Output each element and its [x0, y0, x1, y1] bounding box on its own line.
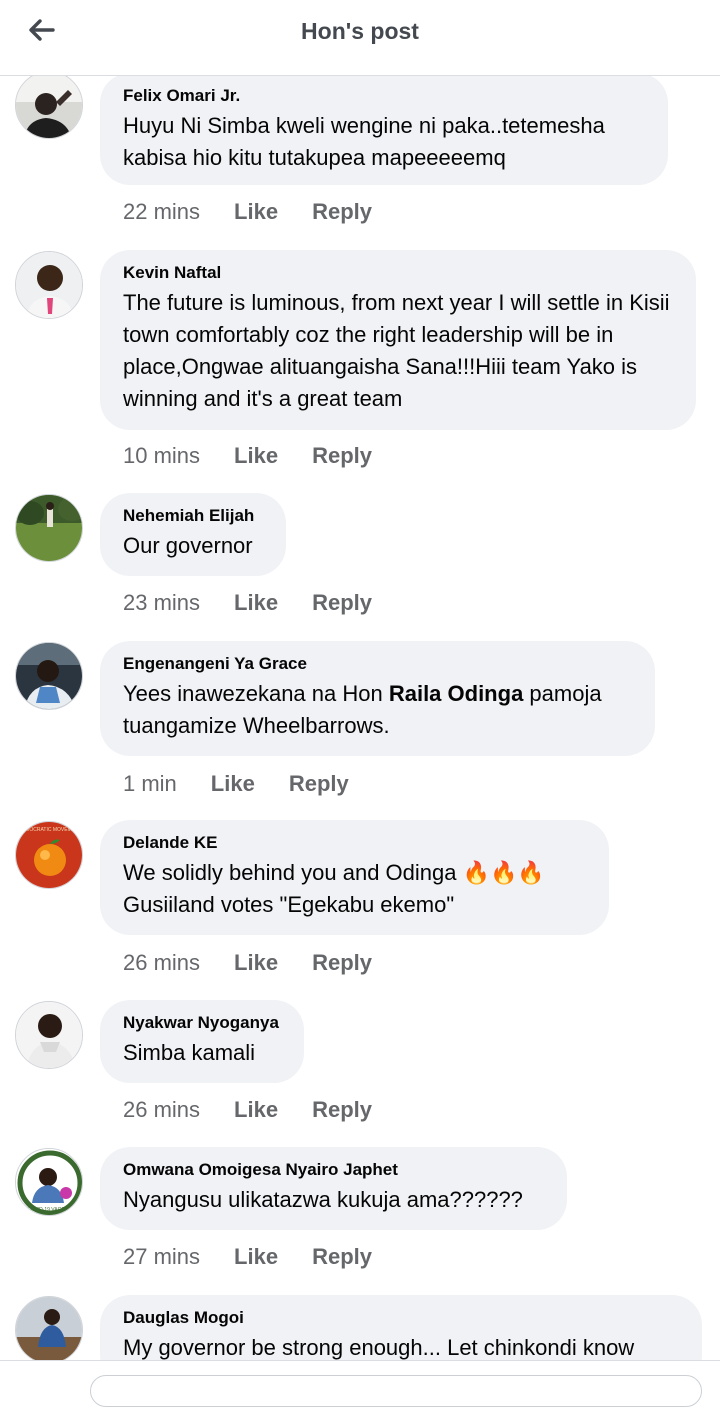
comment-time[interactable]: 1 min — [123, 771, 177, 797]
avatar-caption: DEMOCRATIC MOVEMENT — [18, 827, 82, 833]
fire-emoji-icon: 🔥🔥🔥 — [462, 860, 545, 885]
comment-time[interactable]: 26 mins — [123, 950, 200, 976]
avatar-caption: COVID-19 VACCINE — [27, 1207, 74, 1213]
avatar[interactable]: COVID-19 VACCINE — [15, 1148, 83, 1216]
comment-actions: 27 mins Like Reply — [123, 1244, 406, 1270]
avatar[interactable] — [15, 1001, 83, 1069]
reply-button[interactable]: Reply — [312, 199, 372, 225]
comment-text: Yees inawezekana na Hon Raila Odinga pam… — [123, 678, 632, 742]
comment-bubble[interactable]: Engenangeni Ya Grace Yees inawezekana na… — [100, 641, 655, 756]
avatar[interactable] — [15, 494, 83, 562]
reply-button[interactable]: Reply — [312, 1244, 372, 1270]
comment-actions: 22 mins Like Reply — [123, 199, 406, 225]
avatar[interactable] — [15, 71, 83, 139]
comment-text: My governor be strong enough... Let chin… — [123, 1335, 635, 1360]
like-button[interactable]: Like — [234, 1097, 278, 1123]
comment-author[interactable]: Nehemiah Elijah — [123, 506, 263, 526]
comment-actions: 26 mins Like Reply — [123, 1097, 406, 1123]
comments-feed[interactable]: Felix Omari Jr. Huyu Ni Simba kweli weng… — [0, 0, 720, 1360]
reply-button[interactable]: Reply — [289, 771, 349, 797]
avatar[interactable]: DEMOCRATIC MOVEMENT — [15, 821, 83, 889]
reply-button[interactable]: Reply — [312, 443, 372, 469]
comment-text-part: Yees inawezekana na Hon — [123, 681, 389, 706]
comment-author[interactable]: Nyakwar Nyoganya — [123, 1013, 281, 1033]
comment-time[interactable]: 10 mins — [123, 443, 200, 469]
like-button[interactable]: Like — [234, 950, 278, 976]
avatar[interactable] — [15, 642, 83, 710]
like-button[interactable]: Like — [234, 1244, 278, 1270]
comment-text: Nyangusu ulikatazwa kukuja ama?????? — [123, 1187, 523, 1212]
comment-actions: 1 min Like Reply — [123, 771, 383, 797]
comment-input[interactable] — [90, 1375, 702, 1407]
comment-text: Our governor — [123, 533, 253, 558]
comment-time[interactable]: 26 mins — [123, 1097, 200, 1123]
like-button[interactable]: Like — [211, 771, 255, 797]
like-button[interactable]: Like — [234, 590, 278, 616]
avatar[interactable] — [15, 251, 83, 319]
comment-time[interactable]: 22 mins — [123, 199, 200, 225]
comment-text: The future is luminous, from next year I… — [123, 290, 670, 411]
comment-bubble[interactable]: Felix Omari Jr. Huyu Ni Simba kweli weng… — [100, 73, 668, 185]
comment-bubble[interactable]: Delande KE We solidly behind you and Odi… — [100, 820, 609, 935]
like-button[interactable]: Like — [234, 199, 278, 225]
comment-author[interactable]: Omwana Omoigesa Nyairo Japhet — [123, 1160, 544, 1180]
comment-time[interactable]: 23 mins — [123, 590, 200, 616]
comment-time[interactable]: 27 mins — [123, 1244, 200, 1270]
reply-button[interactable]: Reply — [312, 1097, 372, 1123]
comment-text: We solidly behind you and Odinga 🔥🔥🔥 Gusi… — [123, 857, 586, 921]
comment-author[interactable]: Dauglas Mogoi — [123, 1308, 679, 1328]
comment-bubble[interactable]: Kevin Naftal The future is luminous, fro… — [100, 250, 696, 430]
reply-button[interactable]: Reply — [312, 950, 372, 976]
comment-actions: 10 mins Like Reply — [123, 443, 406, 469]
comment-text-part: Gusiiland votes "Egekabu ekemo" — [123, 892, 455, 917]
comment-text: Simba kamali — [123, 1040, 256, 1065]
comment-bubble[interactable]: Nyakwar Nyoganya Simba kamali — [100, 1000, 304, 1083]
comment-bubble[interactable]: Nehemiah Elijah Our governor — [100, 493, 286, 576]
comment-composer-bar — [0, 1360, 720, 1407]
comment-author[interactable]: Felix Omari Jr. — [123, 86, 645, 106]
comment-author[interactable]: Kevin Naftal — [123, 263, 673, 283]
mention-link[interactable]: Raila Odinga — [389, 681, 523, 706]
avatar[interactable] — [15, 1296, 83, 1360]
comment-text: Huyu Ni Simba kweli wengine ni paka..tet… — [123, 113, 605, 170]
top-app-bar: Hon's post — [0, 0, 720, 76]
comment-bubble[interactable]: Dauglas Mogoi My governor be strong enou… — [100, 1295, 702, 1360]
page-title: Hon's post — [301, 18, 419, 44]
comment-bubble[interactable]: Omwana Omoigesa Nyairo Japhet Nyangusu u… — [100, 1147, 567, 1230]
comment-actions: 23 mins Like Reply — [123, 590, 406, 616]
like-button[interactable]: Like — [234, 443, 278, 469]
comment-text-part: We solidly behind you and Odinga — [123, 860, 463, 885]
comment-author[interactable]: Delande KE — [123, 833, 586, 853]
comment-actions: 26 mins Like Reply — [123, 950, 406, 976]
comment-author[interactable]: Engenangeni Ya Grace — [123, 654, 632, 674]
reply-button[interactable]: Reply — [312, 590, 372, 616]
